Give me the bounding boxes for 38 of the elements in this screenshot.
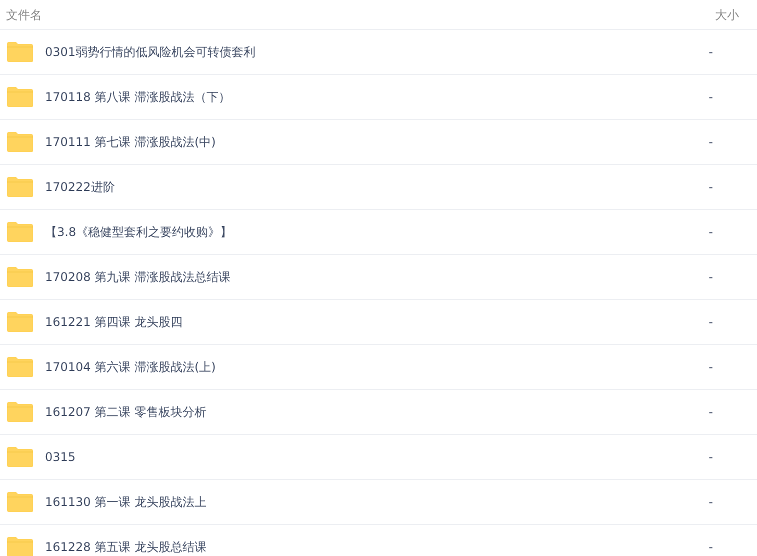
file-name[interactable]: 161207 第二课 零售板块分析 bbox=[45, 403, 206, 421]
column-header[interactable]: 大小 bbox=[715, 6, 739, 24]
file-name[interactable]: 170104 第六课 滞涨股战法(上) bbox=[45, 358, 216, 376]
folder-icon bbox=[6, 356, 34, 378]
file-size: - bbox=[708, 89, 713, 106]
file-name[interactable]: 【3.8《稳健型套利之要约收购》】 bbox=[45, 223, 232, 241]
file-name[interactable]: 161130 第一课 龙头股战法上 bbox=[45, 493, 206, 511]
folder-icon bbox=[6, 446, 34, 468]
file-size: - bbox=[708, 314, 713, 331]
file-size: - bbox=[708, 44, 713, 61]
file-name[interactable]: 170111 第七课 滞涨股战法(中) bbox=[45, 133, 216, 151]
file-size: - bbox=[708, 404, 713, 421]
folder-icon bbox=[6, 131, 34, 153]
file-size: - bbox=[708, 134, 713, 151]
file-name[interactable]: 161221 第四课 龙头股四 bbox=[45, 313, 182, 331]
file-name[interactable]: 0315 bbox=[45, 448, 76, 466]
file-name[interactable]: 0301弱势行情的低风险机会可转债套利 bbox=[45, 43, 256, 61]
file-size: - bbox=[708, 539, 713, 556]
file-name[interactable]: 170118 第八课 滞涨股战法（下） bbox=[45, 88, 230, 106]
folder-icon bbox=[6, 176, 34, 198]
folder-icon bbox=[6, 311, 34, 333]
file-size: - bbox=[708, 179, 713, 196]
file-size: - bbox=[708, 494, 713, 511]
file-name[interactable]: 170208 第九课 滞涨股战法总结课 bbox=[45, 268, 230, 286]
file-name[interactable]: 161228 第五课 龙头股总结课 bbox=[45, 538, 206, 556]
file-size: - bbox=[708, 269, 713, 286]
folder-icon bbox=[6, 401, 34, 423]
folder-icon bbox=[6, 536, 34, 556]
folder-icon bbox=[6, 221, 34, 243]
folder-icon bbox=[6, 266, 34, 288]
file-name[interactable]: 170222进阶 bbox=[45, 178, 115, 196]
folder-icon bbox=[6, 491, 34, 513]
file-size: - bbox=[708, 449, 713, 466]
folder-icon bbox=[6, 41, 34, 63]
column-header[interactable]: 文件名 bbox=[6, 6, 42, 24]
file-size: - bbox=[708, 224, 713, 241]
file-size: - bbox=[708, 359, 713, 376]
folder-icon bbox=[6, 86, 34, 108]
